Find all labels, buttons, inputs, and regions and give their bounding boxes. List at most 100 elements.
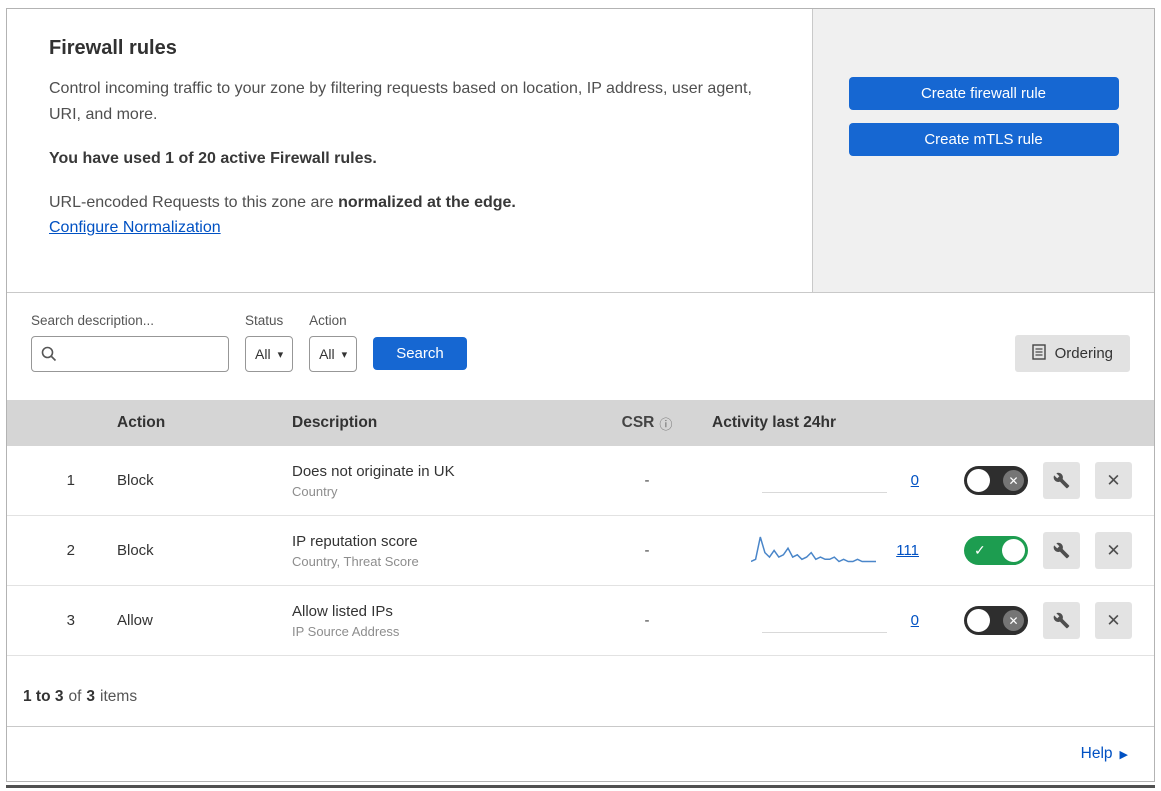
header-activity: Activity last 24hr [712,414,837,431]
status-filter-label: Status [245,313,284,328]
rule-criteria: IP Source Address [292,623,400,639]
rule-action: Block [117,472,154,489]
chevron-down-icon: ▾ [341,348,348,361]
wrench-icon [1053,612,1070,629]
action-filter-value: All [319,346,335,362]
rule-priority: 2 [66,542,75,559]
help-label: Help [1080,745,1113,762]
rule-enabled-toggle[interactable]: ✕ [964,466,1028,495]
rule-criteria: Country, Threat Score [292,553,419,569]
search-label: Search description... [31,313,155,328]
firewall-rules-page: Firewall rules Control incoming traffic … [6,8,1155,782]
create-mtls-rule-button[interactable]: Create mTLS rule [848,123,1119,156]
rule-description-cell: Allow listed IPs IP Source Address [272,603,597,639]
close-icon: ✕ [1106,470,1121,490]
rule-description: Does not originate in UK [292,462,455,480]
rule-controls: ✕ ✕ [927,602,1154,639]
toggle-state-icon: ✕ [1003,610,1024,631]
chevron-down-icon: ▾ [277,348,284,361]
edit-rule-button[interactable] [1043,462,1080,499]
items-total: 3 [86,688,96,705]
filters-bar: Search description... Status All ▾ Actio… [7,293,1154,400]
pagination-summary: 1 to 3 of 3 items [7,656,1154,727]
status-filter-value: All [255,346,271,362]
delete-rule-button[interactable]: ✕ [1095,532,1132,569]
edit-rule-button[interactable] [1043,602,1080,639]
create-firewall-rule-button[interactable]: Create firewall rule [848,77,1119,110]
search-box [31,336,229,372]
delete-rule-button[interactable]: ✕ [1095,602,1132,639]
activity-sparkline [750,532,877,570]
rule-priority: 1 [66,472,75,489]
search-icon [40,345,58,363]
page-description: Control incoming traffic to your zone by… [49,80,752,123]
items-range: 1 to 3 [23,688,64,705]
items-of: of [68,688,82,705]
rule-activity-cell: 111 [697,532,927,570]
activity-sparkline [762,609,887,633]
toggle-knob [1002,539,1025,562]
window-bottom-edge [6,785,1155,788]
wrench-icon [1053,542,1070,559]
rule-description: IP reputation score [292,532,418,550]
items-word: items [100,688,138,705]
help-row: Help ▶ [7,727,1154,781]
help-link[interactable]: Help ▶ [1081,745,1128,763]
close-icon: ✕ [1106,610,1121,630]
delete-rule-button[interactable]: ✕ [1095,462,1132,499]
header-description: Description [292,414,378,431]
rule-csr-value: - [644,472,650,489]
firewall-rule-row: 1 Block Does not originate in UK Country… [7,446,1154,516]
status-filter-field: Status All ▾ [245,313,294,372]
rule-description: Allow listed IPs [292,602,393,620]
rule-criteria: Country [292,483,338,499]
intro-card: Firewall rules Control incoming traffic … [7,9,813,292]
arrow-right-icon: ▶ [1119,748,1128,761]
rule-description-cell: Does not originate in UK Country [272,463,597,499]
toggle-knob [967,469,990,492]
configure-normalization-link[interactable]: Configure Normalization [49,219,221,237]
action-filter-field: Action All ▾ [309,313,358,372]
activity-count-link[interactable]: 111 [896,542,919,559]
ordering-label: Ordering [1054,345,1113,362]
activity-count-link[interactable]: 0 [907,472,919,489]
action-filter-select[interactable]: All ▾ [309,336,358,372]
status-filter-select[interactable]: All ▾ [245,336,294,372]
rule-priority: 3 [66,612,75,629]
page-title: Firewall rules [49,37,177,59]
ordering-button[interactable]: Ordering [1014,335,1130,372]
toggle-state-icon: ✕ [1003,470,1024,491]
rule-description-cell: IP reputation score Country, Threat Scor… [272,533,597,569]
actions-panel: Create firewall rule Create mTLS rule [813,9,1154,292]
rule-action: Allow [117,612,153,629]
ordering-icon [1031,343,1046,364]
page-header-section: Firewall rules Control incoming traffic … [7,9,1154,293]
firewall-rule-row: 3 Allow Allow listed IPs IP Source Addre… [7,586,1154,656]
rule-controls: ✕ ✕ [927,462,1154,499]
rule-activity-cell: 0 [697,469,927,493]
wrench-icon [1053,472,1070,489]
search-input[interactable] [31,336,229,372]
rule-controls: ✓ ✕ [927,532,1154,569]
search-button[interactable]: Search [373,337,467,370]
usage-summary: You have used 1 of 20 active Firewall ru… [49,150,377,168]
toggle-knob [967,609,990,632]
close-icon: ✕ [1106,540,1121,560]
rule-enabled-toggle[interactable]: ✓ [964,536,1028,565]
rule-csr-value: - [644,612,650,629]
activity-sparkline [762,469,887,493]
normalization-bold: normalized at the edge. [338,194,516,212]
firewall-rule-row: 2 Block IP reputation score Country, Thr… [7,516,1154,586]
search-field: Search description... [31,313,229,372]
rules-table-header: Action Description CSR ⓘ Activity last 24… [7,400,1154,446]
info-icon[interactable]: ⓘ [659,414,672,433]
rule-csr-value: - [644,542,650,559]
activity-count-link[interactable]: 0 [907,612,919,629]
action-filter-label: Action [309,313,347,328]
edit-rule-button[interactable] [1043,532,1080,569]
rule-activity-cell: 0 [697,609,927,633]
rule-enabled-toggle[interactable]: ✕ [964,606,1028,635]
csr-label: CSR [621,414,655,431]
toggle-state-icon: ✓ [974,542,986,558]
header-action: Action [117,414,166,431]
